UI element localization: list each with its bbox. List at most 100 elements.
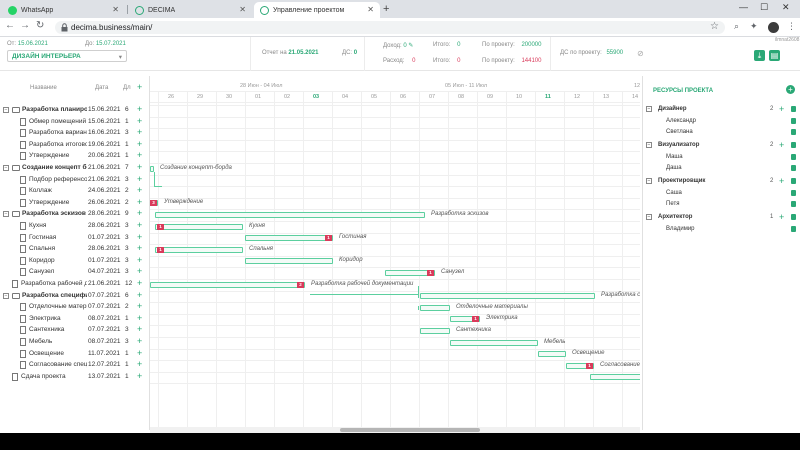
- task-name[interactable]: Разработка специфика: [22, 292, 87, 299]
- add-subtask-button[interactable]: +: [137, 348, 142, 358]
- task-row[interactable]: Подбор референсов 21.06.2021 3 +: [0, 174, 150, 187]
- warning-badge[interactable]: 1: [157, 223, 164, 230]
- add-subtask-button[interactable]: +: [137, 324, 142, 334]
- trash-icon[interactable]: [791, 201, 796, 207]
- task-name[interactable]: Разработка вариантов: [29, 129, 87, 136]
- trash-icon[interactable]: [791, 178, 796, 184]
- task-row[interactable]: Сантехника 07.07.2021 3 +: [0, 324, 150, 337]
- scrollbar-thumb[interactable]: [340, 428, 480, 432]
- resource-group[interactable]: − Архитектор 1 +: [645, 212, 800, 223]
- resource-member[interactable]: Александр: [645, 116, 800, 127]
- task-row[interactable]: Утверждение 26.06.2021 2 +: [0, 197, 150, 210]
- resource-member[interactable]: Петя: [645, 199, 800, 210]
- resource-group[interactable]: − Проектировщик 2 +: [645, 176, 800, 187]
- task-bar[interactable]: [420, 327, 450, 334]
- date-to[interactable]: До: 15.07.2021: [85, 41, 126, 47]
- task-row[interactable]: Согласование специф12.07.2021 1 +: [0, 359, 150, 372]
- task-bar[interactable]: [420, 293, 595, 300]
- add-subtask-button[interactable]: +: [137, 359, 142, 369]
- task-bar[interactable]: [150, 165, 154, 172]
- hide-eye-icon[interactable]: ⊘: [637, 49, 644, 58]
- task-name[interactable]: Кухня: [29, 222, 87, 229]
- task-row[interactable]: Электрика 08.07.2021 1 +: [0, 313, 150, 326]
- extensions-icon[interactable]: ✦: [750, 21, 758, 32]
- task-name[interactable]: Спальня: [29, 245, 87, 252]
- trash-icon[interactable]: [791, 190, 796, 196]
- maximize-icon[interactable]: ☐: [760, 2, 768, 13]
- add-subtask-button[interactable]: +: [137, 197, 142, 207]
- task-bar[interactable]: [245, 258, 333, 265]
- task-row[interactable]: Коллаж 24.06.2021 2 +: [0, 185, 150, 198]
- date-from[interactable]: От: 15.06.2021: [7, 41, 48, 47]
- task-row[interactable]: Коридор 01.07.2021 3 +: [0, 255, 150, 268]
- task-row[interactable]: Разработка рабочей док21.06.2021 12 +: [0, 278, 150, 291]
- task-row[interactable]: Сдача проекта 13.07.2021 1 +: [0, 371, 150, 384]
- trash-icon[interactable]: [791, 154, 796, 160]
- add-subtask-button[interactable]: +: [137, 301, 142, 311]
- task-bar[interactable]: [155, 246, 243, 253]
- task-row[interactable]: Спальня 28.06.2021 3 +: [0, 243, 150, 256]
- warning-badge[interactable]: 1: [157, 246, 164, 253]
- task-row[interactable]: − Разработка специфика07.07.2021 6 +: [0, 290, 150, 303]
- add-subtask-button[interactable]: +: [137, 243, 142, 253]
- warning-badge[interactable]: 1: [427, 269, 434, 276]
- add-subtask-button[interactable]: +: [137, 232, 142, 242]
- task-row[interactable]: Мебель 08.07.2021 3 +: [0, 336, 150, 349]
- trash-icon[interactable]: [791, 165, 796, 171]
- task-name[interactable]: Электрика: [29, 315, 87, 322]
- collapse-icon[interactable]: −: [3, 211, 9, 218]
- task-row[interactable]: Отделочные материал07.07.2021 2 +: [0, 301, 150, 314]
- task-bar[interactable]: [590, 374, 640, 381]
- resource-group[interactable]: − Визуализатор 2 +: [645, 140, 800, 151]
- task-row[interactable]: − Создание концепт борд21.06.2021 7 +: [0, 162, 150, 175]
- collapse-icon[interactable]: −: [646, 142, 652, 148]
- income[interactable]: Доход: 0 ✎: [383, 42, 413, 49]
- add-member-button[interactable]: +: [779, 176, 784, 186]
- back-icon[interactable]: ←: [5, 20, 15, 31]
- add-subtask-button[interactable]: +: [137, 371, 142, 381]
- add-member-button[interactable]: +: [779, 104, 784, 114]
- bookmark-star-icon[interactable]: ☆: [710, 21, 719, 32]
- add-subtask-button[interactable]: +: [137, 150, 142, 160]
- add-subtask-button[interactable]: +: [137, 290, 142, 300]
- task-row[interactable]: Кухня 28.06.2021 3 +: [0, 220, 150, 233]
- add-subtask-button[interactable]: +: [137, 104, 142, 114]
- close-tab-icon[interactable]: ✕: [112, 5, 119, 14]
- add-member-button[interactable]: +: [779, 140, 784, 150]
- resource-member[interactable]: Светлана: [645, 127, 800, 138]
- collapse-icon[interactable]: −: [646, 214, 652, 220]
- resource-group[interactable]: − Дизайнер 2 +: [645, 104, 800, 115]
- task-bar[interactable]: [420, 304, 450, 311]
- task-name[interactable]: Мебель: [29, 338, 87, 345]
- add-subtask-button[interactable]: +: [137, 116, 142, 126]
- task-name[interactable]: Коридор: [29, 257, 87, 264]
- task-name[interactable]: Коллаж: [29, 187, 87, 194]
- task-row[interactable]: Разработка итогового19.06.2021 1 +: [0, 139, 150, 152]
- reload-icon[interactable]: ↻: [36, 20, 44, 31]
- add-subtask-button[interactable]: +: [137, 336, 142, 346]
- tab-project-management[interactable]: Управление проектом ✕: [254, 2, 380, 18]
- collapse-icon[interactable]: −: [646, 178, 652, 184]
- trash-icon[interactable]: [791, 118, 796, 124]
- task-name[interactable]: Разработка итогового: [29, 141, 87, 148]
- trash-icon[interactable]: [791, 226, 796, 232]
- forward-icon[interactable]: →: [20, 20, 30, 31]
- task-name[interactable]: Санузел: [29, 268, 87, 275]
- task-name[interactable]: Утверждение: [29, 152, 87, 159]
- task-row[interactable]: Освещение 11.07.2021 1 +: [0, 348, 150, 361]
- resource-member[interactable]: Даша: [645, 163, 800, 174]
- task-name[interactable]: Разработка эскизов: [22, 210, 87, 217]
- warning-badge[interactable]: 1: [325, 235, 332, 242]
- task-name[interactable]: Отделочные материал: [29, 303, 87, 310]
- add-task-button[interactable]: +: [137, 82, 142, 92]
- task-name[interactable]: Подбор референсов: [29, 176, 87, 183]
- add-subtask-button[interactable]: +: [137, 313, 142, 323]
- task-row[interactable]: Обмер помещений 15.06.2021 1 +: [0, 116, 150, 129]
- task-name[interactable]: Утверждение: [29, 199, 87, 206]
- avatar[interactable]: [768, 22, 779, 33]
- task-name[interactable]: Гостиная: [29, 234, 87, 241]
- minimize-icon[interactable]: —: [739, 2, 748, 12]
- task-row[interactable]: Разработка вариантов16.06.2021 3 +: [0, 127, 150, 140]
- task-name[interactable]: Сдача проекта: [21, 373, 87, 380]
- close-tab-icon[interactable]: ✕: [367, 5, 374, 14]
